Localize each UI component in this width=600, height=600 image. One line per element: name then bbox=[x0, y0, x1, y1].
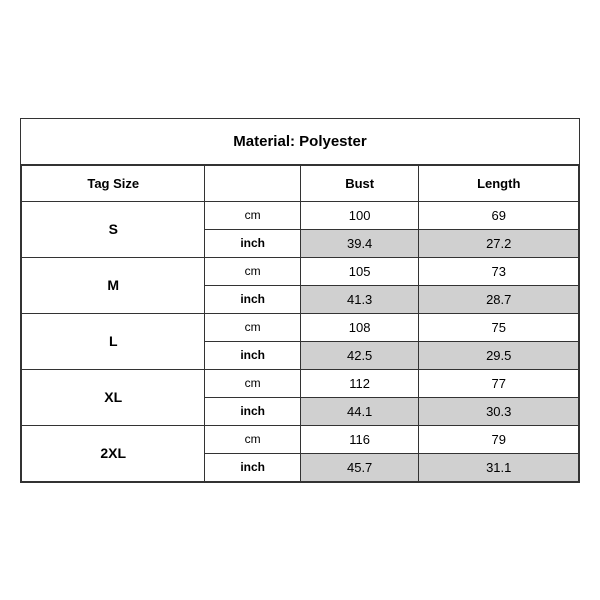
size-chart: Material: Polyester Tag Size Bust Length… bbox=[20, 118, 580, 483]
unit-cm: cm bbox=[205, 201, 300, 229]
bust-cm: 105 bbox=[300, 257, 419, 285]
col-unit-header bbox=[205, 165, 300, 201]
bust-inch: 39.4 bbox=[300, 229, 419, 257]
unit-cm: cm bbox=[205, 369, 300, 397]
bust-cm: 100 bbox=[300, 201, 419, 229]
table-row: Scm10069 bbox=[22, 201, 579, 229]
bust-inch: 44.1 bbox=[300, 397, 419, 425]
table-row: Lcm10875 bbox=[22, 313, 579, 341]
length-inch: 28.7 bbox=[419, 285, 579, 313]
size-label: XL bbox=[22, 369, 205, 425]
unit-inch: inch bbox=[205, 341, 300, 369]
chart-title: Material: Polyester bbox=[21, 119, 579, 165]
bust-cm: 108 bbox=[300, 313, 419, 341]
unit-cm: cm bbox=[205, 425, 300, 453]
unit-cm: cm bbox=[205, 313, 300, 341]
table-row: 2XLcm11679 bbox=[22, 425, 579, 453]
col-length: Length bbox=[419, 165, 579, 201]
size-label: S bbox=[22, 201, 205, 257]
length-cm: 73 bbox=[419, 257, 579, 285]
bust-cm: 116 bbox=[300, 425, 419, 453]
size-label: 2XL bbox=[22, 425, 205, 481]
unit-inch: inch bbox=[205, 453, 300, 481]
size-label: L bbox=[22, 313, 205, 369]
length-inch: 30.3 bbox=[419, 397, 579, 425]
col-tag-size: Tag Size bbox=[22, 165, 205, 201]
bust-inch: 41.3 bbox=[300, 285, 419, 313]
length-cm: 79 bbox=[419, 425, 579, 453]
unit-inch: inch bbox=[205, 229, 300, 257]
table-row: XLcm11277 bbox=[22, 369, 579, 397]
size-label: M bbox=[22, 257, 205, 313]
length-cm: 75 bbox=[419, 313, 579, 341]
unit-cm: cm bbox=[205, 257, 300, 285]
length-inch: 29.5 bbox=[419, 341, 579, 369]
length-cm: 77 bbox=[419, 369, 579, 397]
table-row: Mcm10573 bbox=[22, 257, 579, 285]
length-cm: 69 bbox=[419, 201, 579, 229]
unit-inch: inch bbox=[205, 285, 300, 313]
unit-inch: inch bbox=[205, 397, 300, 425]
length-inch: 31.1 bbox=[419, 453, 579, 481]
bust-inch: 42.5 bbox=[300, 341, 419, 369]
length-inch: 27.2 bbox=[419, 229, 579, 257]
bust-cm: 112 bbox=[300, 369, 419, 397]
bust-inch: 45.7 bbox=[300, 453, 419, 481]
col-bust: Bust bbox=[300, 165, 419, 201]
